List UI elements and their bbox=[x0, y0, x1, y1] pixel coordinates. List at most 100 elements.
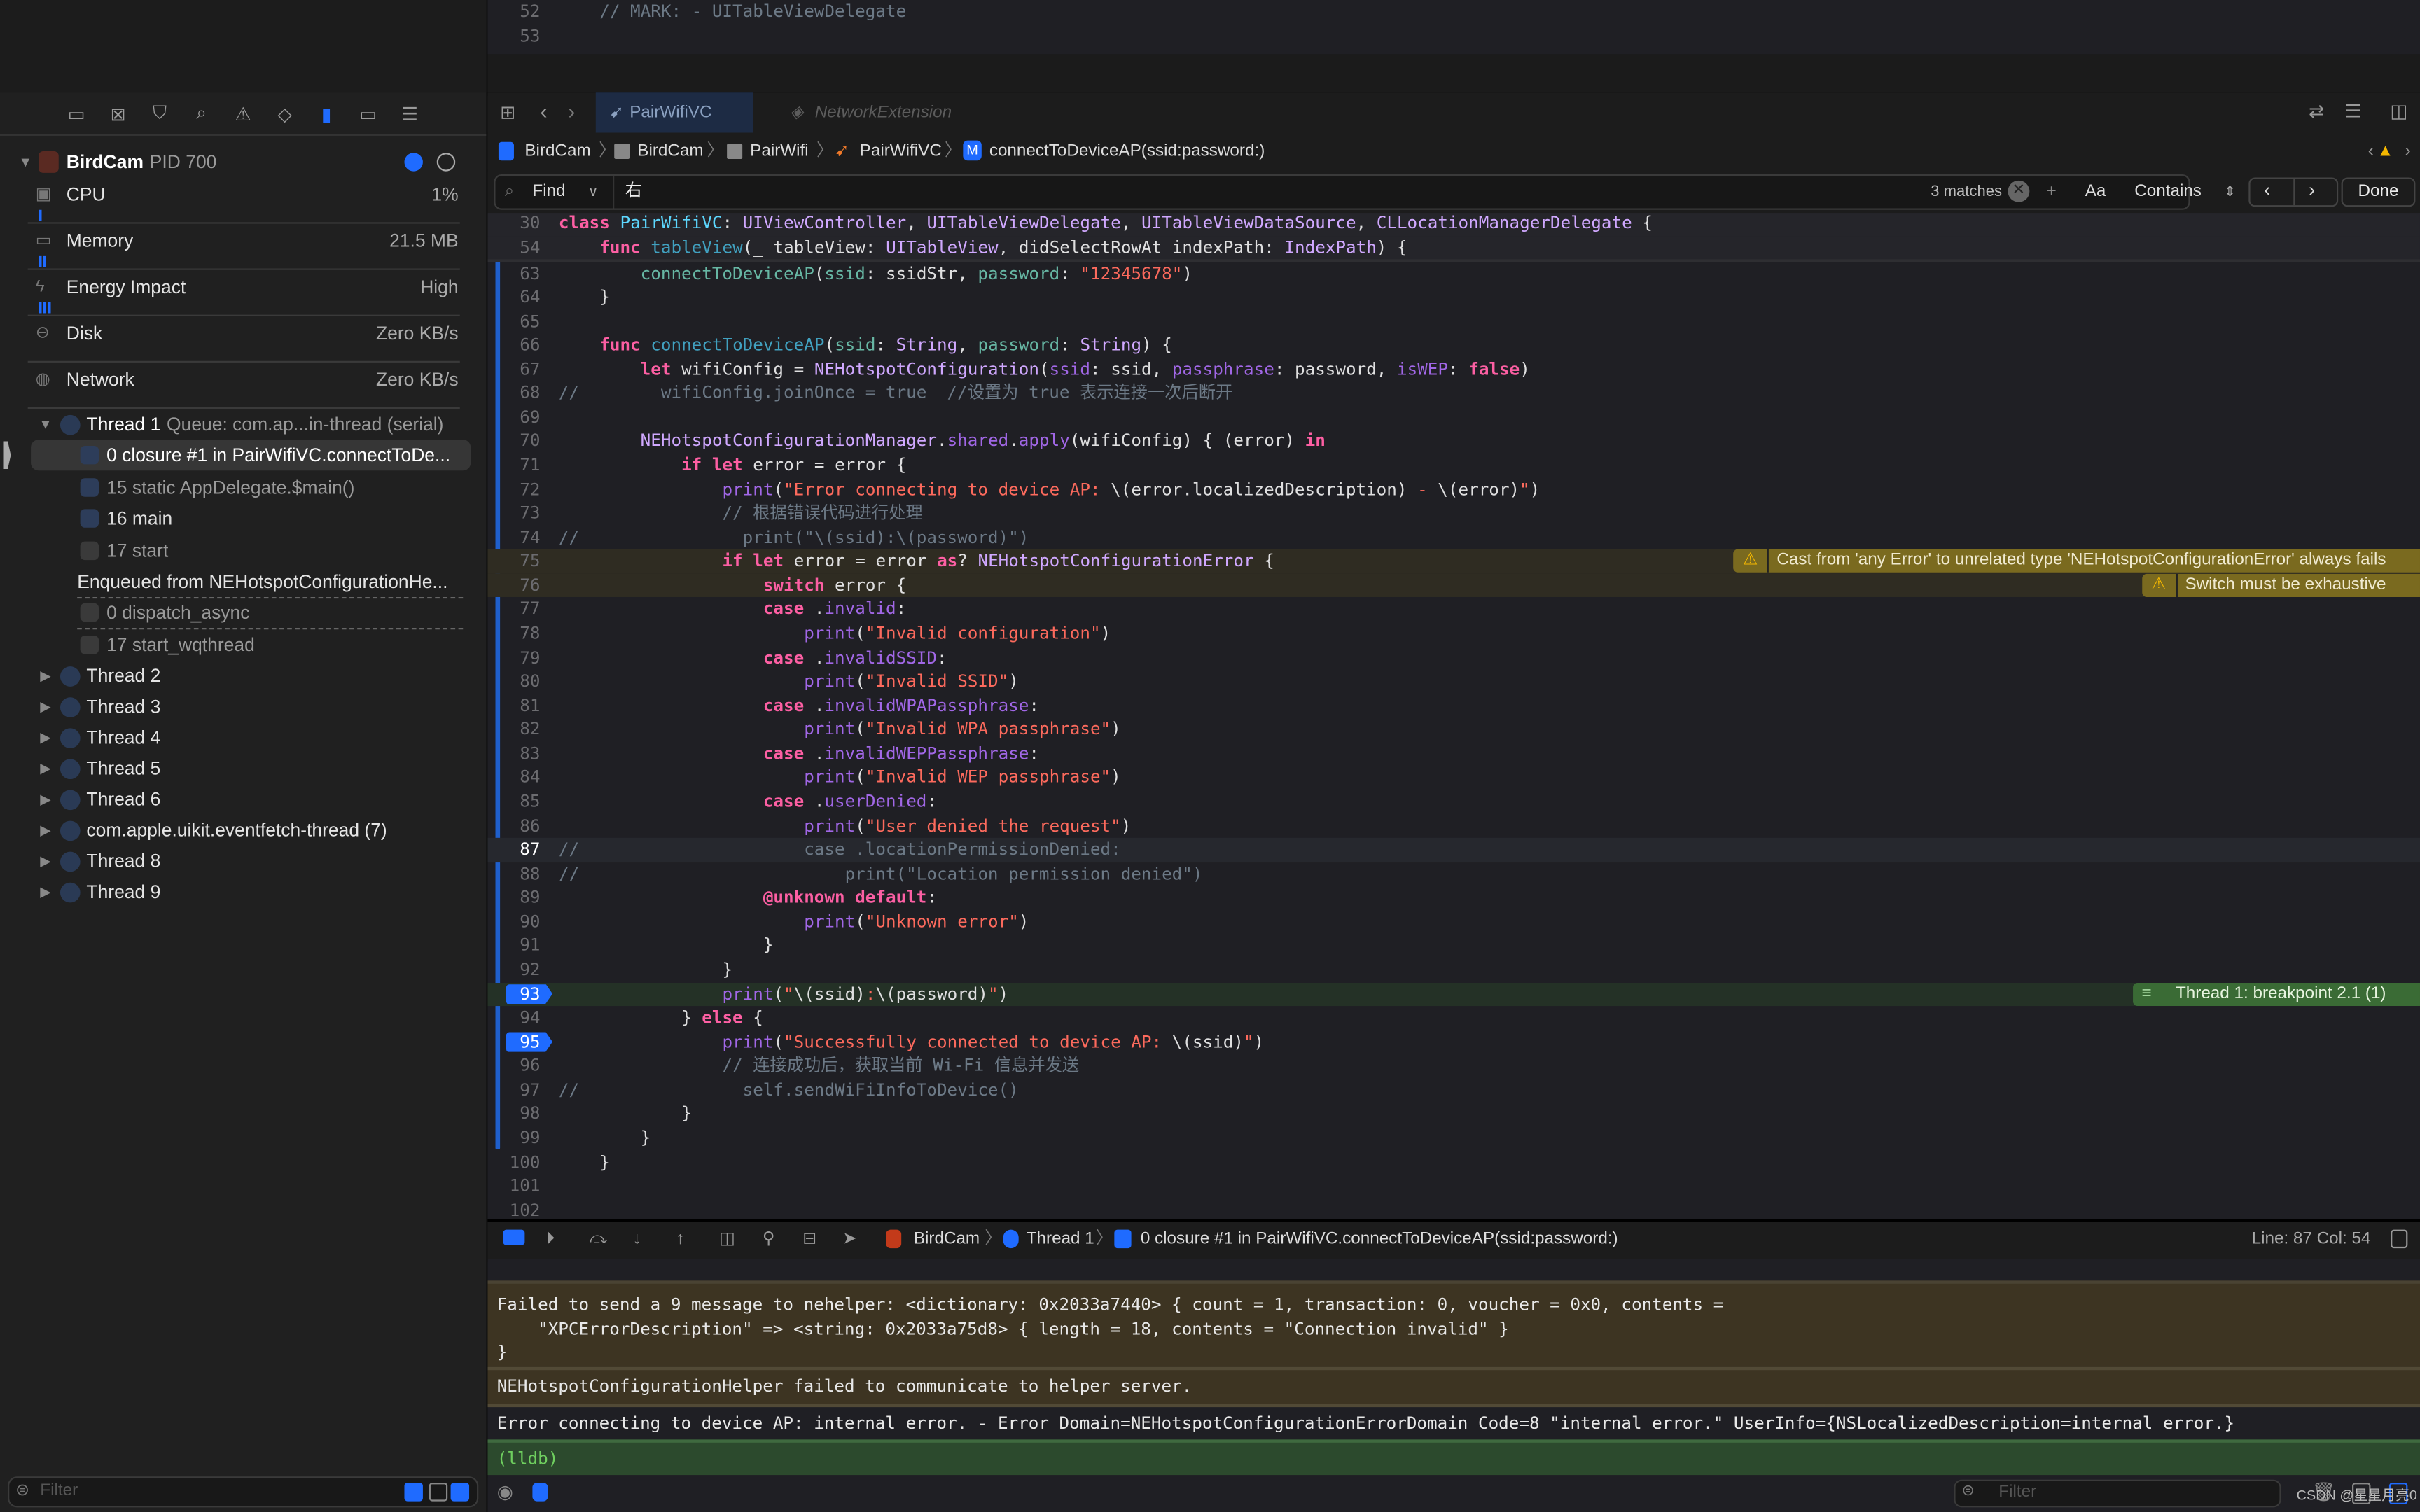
related-items-icon[interactable]: ⇄ bbox=[2309, 100, 2324, 122]
line-number[interactable]: 63 bbox=[520, 262, 540, 286]
code-line[interactable]: 68 // wifiConfig.joinOnce = true //设置为 tr… bbox=[487, 382, 2420, 405]
code-line[interactable]: 97 // self.sendWiFiInfoToDevice() bbox=[487, 1078, 2420, 1102]
report-icon[interactable]: ☰ bbox=[395, 103, 424, 125]
grid-icon[interactable] bbox=[450, 1483, 470, 1502]
enqueued-frame[interactable]: 17 start_wqthread bbox=[0, 629, 486, 660]
gauge-network[interactable]: ◍ Network Zero KB/s bbox=[0, 364, 486, 395]
warning-annotation[interactable]: ⚠ Switch must be exhaustive bbox=[2141, 573, 2420, 597]
toggle-console-icon[interactable] bbox=[503, 1229, 525, 1245]
panel-toggle-icon[interactable] bbox=[2391, 1229, 2408, 1249]
code-line[interactable]: 92 } bbox=[487, 958, 2420, 982]
stack-frame[interactable]: 17 start bbox=[31, 535, 471, 566]
gauge-memory[interactable]: ▭ Memory 21.5 MB bbox=[0, 225, 486, 256]
line-number[interactable]: 97 bbox=[520, 1078, 540, 1102]
code-line[interactable]: 94 } else { bbox=[487, 1006, 2420, 1030]
variables-icon[interactable] bbox=[532, 1483, 548, 1502]
add-pattern-icon[interactable]: + bbox=[2047, 176, 2057, 208]
code-line[interactable]: 96 // 连接成功后，获取当前 Wi-Fi 信息并发送 bbox=[487, 1054, 2420, 1078]
step-out-icon[interactable]: ↑ bbox=[676, 1222, 684, 1256]
chevron-down-icon[interactable]: ▼ bbox=[39, 409, 53, 440]
editor-options-icon[interactable]: ☰ bbox=[2345, 100, 2362, 122]
breadcrumb-group[interactable]: BirdCam bbox=[637, 133, 703, 170]
line-number[interactable]: 53 bbox=[520, 24, 540, 48]
code-line[interactable]: 80 print("Invalid SSID") bbox=[487, 670, 2420, 694]
chevron-right-icon[interactable]: ▶ bbox=[40, 722, 50, 753]
line-number[interactable]: 67 bbox=[520, 358, 540, 382]
done-button[interactable]: Done bbox=[2341, 177, 2416, 207]
line-number[interactable]: 87 bbox=[520, 838, 540, 862]
chevron-right-icon[interactable]: ▶ bbox=[40, 660, 50, 691]
gauge-cpu[interactable]: ▣ CPU 1% bbox=[0, 179, 486, 210]
code-line[interactable]: 72 print("Error connecting to device AP:… bbox=[487, 477, 2420, 501]
code-line[interactable]: 53 bbox=[487, 24, 2420, 48]
gauge-disk[interactable]: ⊖ Disk Zero KB/s bbox=[0, 318, 486, 349]
code-line[interactable]: 74 // print("\(ssid):\(password)") bbox=[487, 526, 2420, 550]
stack-frame[interactable]: 0 closure #1 in PairWifiVC.connectToDe..… bbox=[31, 440, 471, 471]
thread-row[interactable]: ▶ Thread 4 bbox=[0, 722, 486, 753]
chevron-right-icon[interactable]: ▶ bbox=[40, 784, 50, 815]
line-number[interactable]: 64 bbox=[520, 286, 540, 309]
layout-icon[interactable] bbox=[429, 1483, 448, 1502]
code-line[interactable]: 81 case .invalidWPAPassphrase: bbox=[487, 694, 2420, 718]
code-line[interactable]: 65 bbox=[487, 309, 2420, 333]
view-hierarchy-icon[interactable]: ◫ bbox=[719, 1222, 735, 1256]
navigator-filter[interactable]: ⊜ Filter bbox=[8, 1476, 479, 1508]
continue-icon[interactable]: ⏵ bbox=[546, 1222, 555, 1256]
debug-thread[interactable]: Thread 1 bbox=[1027, 1222, 1094, 1256]
line-number[interactable]: 54 bbox=[520, 235, 540, 259]
case-sensitive-button[interactable]: Aa bbox=[2085, 176, 2106, 208]
line-number[interactable]: 65 bbox=[520, 309, 540, 333]
line-number[interactable]: 94 bbox=[520, 1006, 540, 1030]
debug-frame[interactable]: 0 closure #1 in PairWifiVC.connectToDevi… bbox=[1141, 1222, 1618, 1256]
line-number[interactable]: 85 bbox=[520, 790, 540, 814]
line-number[interactable]: 72 bbox=[520, 477, 540, 501]
source-control-icon[interactable]: ⊠ bbox=[104, 103, 133, 125]
back-icon[interactable]: ‹ bbox=[540, 99, 547, 123]
line-number[interactable]: 73 bbox=[520, 502, 540, 526]
code-line[interactable]: 63 connectToDeviceAP(ssid: ssidStr, pass… bbox=[487, 262, 2420, 286]
code-line[interactable]: 82 print("Invalid WPA passphrase") bbox=[487, 718, 2420, 742]
code-line[interactable]: 70 NEHotspotConfigurationManager.shared.… bbox=[487, 430, 2420, 454]
code-line[interactable]: 88 // print("Location permission denied") bbox=[487, 862, 2420, 886]
clear-icon[interactable]: ✕ bbox=[2008, 180, 2030, 202]
code-line[interactable]: 99 } bbox=[487, 1126, 2420, 1150]
debug-icon[interactable]: ▮ bbox=[312, 103, 341, 125]
bookmark-icon[interactable]: ⛉ bbox=[145, 102, 174, 125]
line-number[interactable]: 89 bbox=[520, 886, 540, 910]
line-number[interactable]: 52 bbox=[520, 0, 540, 24]
line-number[interactable]: 84 bbox=[520, 766, 540, 790]
location-icon[interactable]: ➤ bbox=[842, 1222, 856, 1256]
breakpoint-icon[interactable]: ▭ bbox=[354, 103, 383, 125]
chevron-down-icon[interactable]: ∨ bbox=[588, 176, 599, 208]
prev-issue-icon[interactable]: ‹ bbox=[2368, 133, 2374, 170]
chevron-down-icon[interactable]: ▼ bbox=[18, 146, 32, 177]
code-line[interactable]: 84 print("Invalid WEP passphrase") bbox=[487, 766, 2420, 790]
stack-frame[interactable]: 16 main bbox=[31, 503, 471, 534]
line-number[interactable]: 75 bbox=[520, 550, 540, 573]
gauge-icon[interactable] bbox=[404, 153, 423, 172]
line-number[interactable]: 99 bbox=[520, 1126, 540, 1150]
process-row[interactable]: ▼ BirdCam PID 700 bbox=[0, 146, 486, 177]
code-line[interactable]: 75 if let error = error as? NEHotspotCon… bbox=[487, 550, 2420, 574]
warning-annotation[interactable]: ⚠ Cast from 'any Error' to unrelated type… bbox=[1733, 550, 2420, 573]
warning-icon[interactable]: ▲ bbox=[2377, 133, 2394, 170]
line-number[interactable]: 70 bbox=[520, 430, 540, 454]
breakpoint-annotation[interactable]: ≡ Thread 1: breakpoint 2.1 (1) bbox=[2132, 982, 2420, 1006]
find-mode[interactable]: Find bbox=[532, 176, 565, 208]
tab-pairwifivc[interactable]: ➹ PairWifiVC bbox=[595, 92, 753, 133]
code-line[interactable]: 91 } bbox=[487, 934, 2420, 958]
code-line[interactable]: 66 func connectToDeviceAP(ssid: String, … bbox=[487, 334, 2420, 358]
line-number[interactable]: 77 bbox=[520, 598, 540, 622]
tab-networkextension[interactable]: ◈ NetworkExtension bbox=[753, 92, 952, 132]
source-editor[interactable]: 30 class PairWifiVC: UIViewController, UI… bbox=[487, 213, 2420, 1219]
find-input[interactable]: 右 bbox=[625, 176, 642, 208]
chevron-right-icon[interactable]: ▶ bbox=[40, 691, 50, 722]
line-number[interactable]: 30 bbox=[520, 213, 540, 235]
thread-row[interactable]: ▶ com.apple.uikit.eventfetch-thread (7) bbox=[0, 815, 486, 846]
stack-frame[interactable]: 15 static AppDelegate.$main() bbox=[31, 471, 471, 502]
code-line[interactable]: 89 @unknown default: bbox=[487, 886, 2420, 910]
breadcrumb-method[interactable]: connectToDeviceAP(ssid:password:) bbox=[989, 133, 1265, 170]
code-line[interactable]: 69 bbox=[487, 405, 2420, 429]
code-line[interactable]: 90 print("Unknown error") bbox=[487, 910, 2420, 934]
eye-icon[interactable]: ◉ bbox=[497, 1481, 513, 1503]
